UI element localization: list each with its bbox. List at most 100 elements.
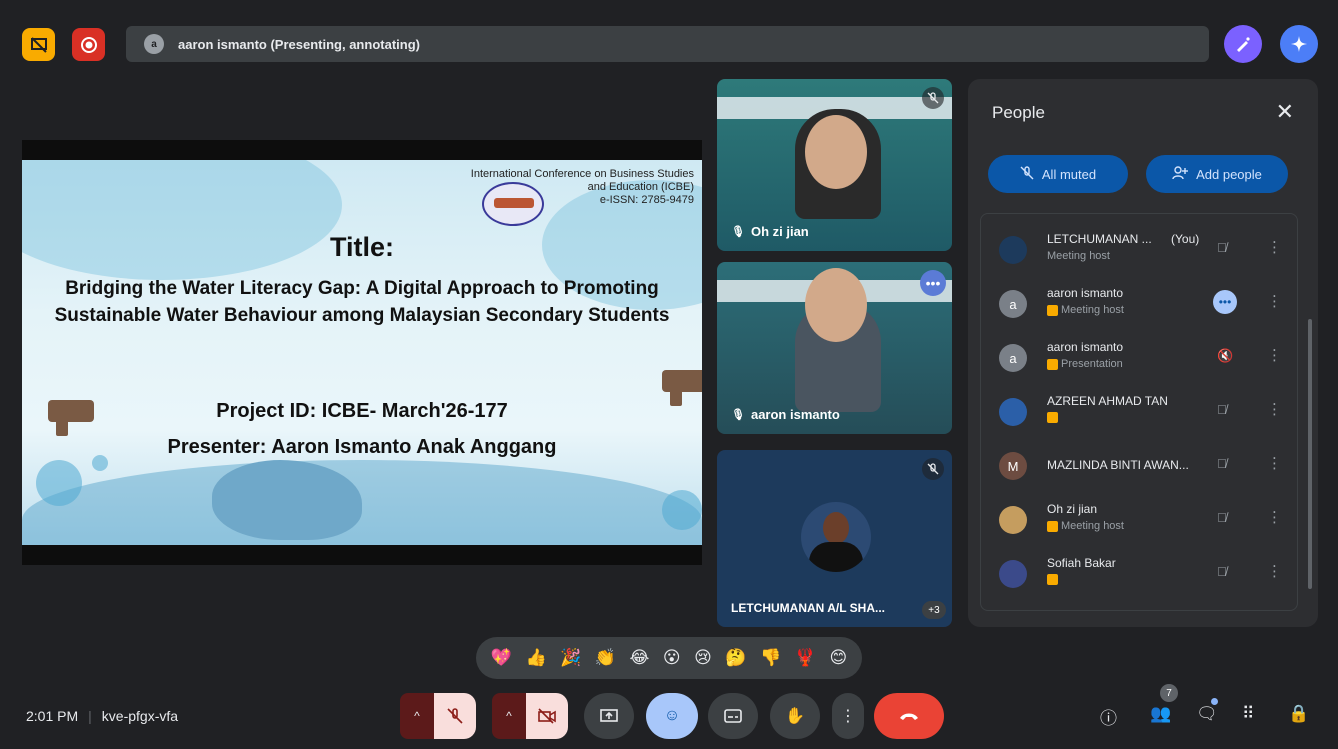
avatar xyxy=(999,236,1027,264)
meeting-code[interactable]: kve-pfgx-vfa xyxy=(102,708,178,724)
bubble-illustration xyxy=(36,460,82,506)
more-vert-icon[interactable]: ⋮ xyxy=(1267,238,1282,256)
participant-name: 🎙 aaron ismanto xyxy=(731,407,840,422)
reaction-thumbs-down[interactable]: 👎 xyxy=(760,648,781,668)
participant-row[interactable]: AZREEN AHMAD TAN 🎙̸ ⋮ xyxy=(981,384,1297,438)
participant-row-name: Oh zi jian xyxy=(1047,502,1098,516)
participant-row-role: Presentation xyxy=(1047,358,1123,370)
reaction-heart[interactable]: 💖 xyxy=(491,648,512,668)
participant-name: 🎙 Oh zi jian xyxy=(731,224,809,239)
participant-name: LETCHUMANAN A/L SHA... xyxy=(731,601,885,615)
participant-row[interactable]: M MAZLINDA BINTI AWAN... 🎙̸ ⋮ xyxy=(981,438,1297,492)
host-controls-icon[interactable]: 🔒 xyxy=(1288,704,1309,724)
presentation-area: International Conference on Business Stu… xyxy=(22,140,702,565)
audio-off-icon: 🔇 xyxy=(1217,348,1234,363)
participant-tile[interactable]: 🎙 Oh zi jian xyxy=(717,79,952,251)
activities-icon[interactable]: ⠿ xyxy=(1242,704,1254,724)
present-icon xyxy=(600,709,618,722)
host-badge-icon xyxy=(1047,304,1058,316)
participant-row-role: Meeting host xyxy=(1047,304,1124,316)
add-reaction-icon[interactable]: 😊 xyxy=(829,648,847,668)
presenting-banner: a aaron ismanto (Presenting, annotating) xyxy=(126,26,1209,62)
mic-off-icon xyxy=(1020,165,1034,183)
mic-off-icon: 🎙̸ xyxy=(1217,240,1227,255)
more-participants-badge[interactable]: +3 xyxy=(922,601,946,619)
more-vert-icon[interactable]: ⋮ xyxy=(1267,346,1282,364)
more-vert-icon[interactable]: ⋮ xyxy=(1267,400,1282,418)
meeting-details-icon[interactable]: ⓘ xyxy=(1100,704,1117,729)
participant-tile[interactable]: LETCHUMANAN A/L SHA... +3 xyxy=(717,450,952,627)
presentation-badge-icon xyxy=(1047,358,1058,370)
avatar xyxy=(999,398,1027,426)
video-options-button[interactable]: ^ xyxy=(492,693,526,739)
participant-row-role: Meeting host xyxy=(1047,250,1110,262)
faucet-illustration xyxy=(662,370,702,406)
emoji-icon: ☺ xyxy=(663,707,681,724)
more-vert-icon[interactable]: ⋮ xyxy=(1267,508,1282,526)
participant-row-name: aaron ismanto xyxy=(1047,340,1124,354)
annotate-button[interactable] xyxy=(1224,25,1262,63)
stop-presenting-button[interactable] xyxy=(22,28,55,61)
avatar: M xyxy=(999,452,1027,480)
scrollbar[interactable] xyxy=(1308,319,1312,589)
reactions-button[interactable]: ☺ xyxy=(646,693,698,739)
reaction-clap[interactable]: 👏 xyxy=(595,648,616,668)
conference-name: International Conference on Business Stu… xyxy=(470,168,694,180)
audio-options-button[interactable]: ^ xyxy=(400,693,434,739)
reaction-surprised[interactable]: 😮 xyxy=(663,648,681,668)
participant-face xyxy=(805,115,867,189)
reaction-thumbs-up[interactable]: 👍 xyxy=(525,648,546,668)
people-icon[interactable]: 👥 xyxy=(1150,704,1171,724)
reaction-party[interactable]: 🎉 xyxy=(560,648,581,668)
participant-avatar xyxy=(801,502,871,572)
mic-icon: 🎙 xyxy=(731,226,745,238)
reaction-more[interactable]: 🦞 xyxy=(795,648,816,668)
more-vert-icon[interactable]: ⋮ xyxy=(1267,292,1282,310)
close-icon[interactable]: ✕ xyxy=(1276,99,1294,125)
divider: | xyxy=(88,708,92,724)
slide-project-id: Project ID: ICBE- March'26-177 xyxy=(216,400,508,422)
conference-issn: e-ISSN: 2785-9479 xyxy=(599,194,694,206)
clock: 2:01 PM xyxy=(26,708,79,724)
participant-tile[interactable]: ••• 🎙 aaron ismanto xyxy=(717,262,952,434)
mic-toggle-button[interactable] xyxy=(434,693,476,739)
all-muted-button[interactable]: All muted xyxy=(988,155,1128,193)
camera-off-icon xyxy=(538,708,556,724)
reaction-laugh[interactable]: 😂 xyxy=(630,648,650,668)
mic-off-icon: 🎙̸ xyxy=(1217,510,1227,525)
participant-row[interactable]: LETCHUMANAN ... (You) Meeting host 🎙̸ ⋮ xyxy=(981,222,1297,276)
participant-row-role xyxy=(1047,574,1061,585)
more-vert-icon: ⋮ xyxy=(840,708,856,725)
participant-row[interactable]: Oh zi jian Meeting host 🎙̸ ⋮ xyxy=(981,492,1297,546)
more-vert-icon[interactable]: ⋮ xyxy=(1267,562,1282,580)
add-people-button[interactable]: Add people xyxy=(1146,155,1288,193)
participant-row[interactable]: a aaron ismanto Meeting host ••• ⋮ xyxy=(981,276,1297,330)
conference-info: International Conference on Business Stu… xyxy=(424,168,694,207)
presentation-slide: International Conference on Business Stu… xyxy=(22,160,702,545)
captions-button[interactable] xyxy=(708,693,758,739)
present-screen-button[interactable] xyxy=(584,693,634,739)
participant-row-role xyxy=(1047,412,1061,423)
participant-row[interactable]: a aaron ismanto Presentation 🔇 ⋮ xyxy=(981,330,1297,384)
reaction-thinking[interactable]: 🤔 xyxy=(725,648,746,668)
recording-button[interactable] xyxy=(72,28,105,61)
bubble-illustration xyxy=(662,490,702,530)
speaking-indicator-icon: ••• xyxy=(1213,290,1237,314)
participant-row-name: aaron ismanto xyxy=(1047,286,1124,300)
slide-presenter: Presenter: Aaron Ismanto Anak Anggang xyxy=(167,436,557,458)
chat-icon[interactable]: 🗨 xyxy=(1196,704,1218,724)
raise-hand-button[interactable]: ✋ xyxy=(770,693,820,739)
host-badge-icon xyxy=(1047,520,1058,532)
conference-abbrev: and Education (ICBE) xyxy=(587,181,694,193)
more-options-button[interactable]: ⋮ xyxy=(832,693,864,739)
gemini-button[interactable] xyxy=(1280,25,1318,63)
camera-toggle-button[interactable] xyxy=(526,693,568,739)
chevron-up-icon: ^ xyxy=(414,709,420,723)
meet-window: a aaron ismanto (Presenting, annotating)… xyxy=(0,0,1338,749)
sparkle-icon xyxy=(1291,36,1307,52)
more-vert-icon[interactable]: ⋮ xyxy=(1267,454,1282,472)
water-wave xyxy=(22,460,702,545)
participant-row[interactable]: Sofiah Bakar 🎙̸ ⋮ xyxy=(981,546,1297,600)
reaction-sad[interactable]: 😢 xyxy=(694,648,712,668)
leave-call-button[interactable] xyxy=(874,693,944,739)
